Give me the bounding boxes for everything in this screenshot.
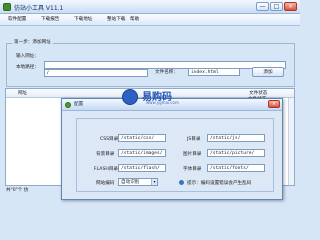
flash-dir-input[interactable]: /static/flash/ [118, 164, 166, 172]
background-dir-label: 背景目录 [96, 152, 115, 157]
maximize-button[interactable]: □ [270, 2, 283, 11]
encoding-hint: 提示：编码设置错误会产生乱码 [187, 181, 252, 186]
column-url[interactable]: 网址 [18, 90, 27, 96]
watermark-url: www.ygmai.com [146, 100, 179, 105]
filename-label: 文件名称： [155, 70, 178, 75]
local-path-input[interactable]: / [44, 69, 148, 77]
background-dir-input[interactable]: /static/images/ [118, 149, 166, 157]
chevron-down-icon[interactable]: ▾ [151, 179, 157, 185]
encoding-label: 网站编码 [96, 181, 115, 186]
menu-item-help[interactable]: 帮助 [130, 16, 139, 22]
filename-input[interactable]: index.html [188, 68, 240, 76]
dialog-title: 配置 [74, 102, 84, 107]
minimize-button[interactable]: — [256, 2, 269, 11]
menu-item-address[interactable]: 下载地址 [74, 16, 92, 22]
font-dir-input[interactable]: /static/fonts/ [207, 164, 265, 172]
add-button[interactable]: 添加 [252, 67, 284, 77]
add-url-group-label: 第一步：添加网址 [12, 39, 53, 45]
local-path-label: 本地路径： [16, 65, 39, 70]
js-dir-label: JS目录 [187, 137, 201, 142]
font-dir-label: 字体目录 [183, 167, 202, 172]
status-text: 共"0"个 仿 [6, 188, 29, 193]
dialog-close-button[interactable]: × [268, 100, 280, 108]
info-icon [179, 180, 184, 185]
flash-dir-label: FLASH目录 [94, 167, 119, 172]
image-dir-input[interactable]: /static/picture/ [207, 149, 265, 157]
css-dir-input[interactable]: /static/css/ [118, 134, 166, 142]
css-dir-label: CSS目录 [100, 137, 119, 142]
url-label: 输入网址： [16, 54, 39, 59]
menu-item-site-download[interactable]: 整站下载 [107, 16, 125, 22]
watermark-logo [122, 89, 138, 105]
menu-item-report[interactable]: 下载报告 [41, 16, 59, 22]
app-icon [3, 3, 11, 11]
image-dir-label: 图片目录 [183, 152, 202, 157]
url-input[interactable] [44, 61, 286, 69]
window-title: 仿站小工具 V11.1 [14, 5, 64, 12]
close-button[interactable]: × [284, 2, 297, 11]
list-scrollbar[interactable] [288, 98, 294, 185]
gear-icon [65, 102, 71, 108]
menu-item-settings[interactable]: 软件配置 [8, 16, 26, 22]
js-dir-input[interactable]: /static/js/ [207, 134, 265, 142]
